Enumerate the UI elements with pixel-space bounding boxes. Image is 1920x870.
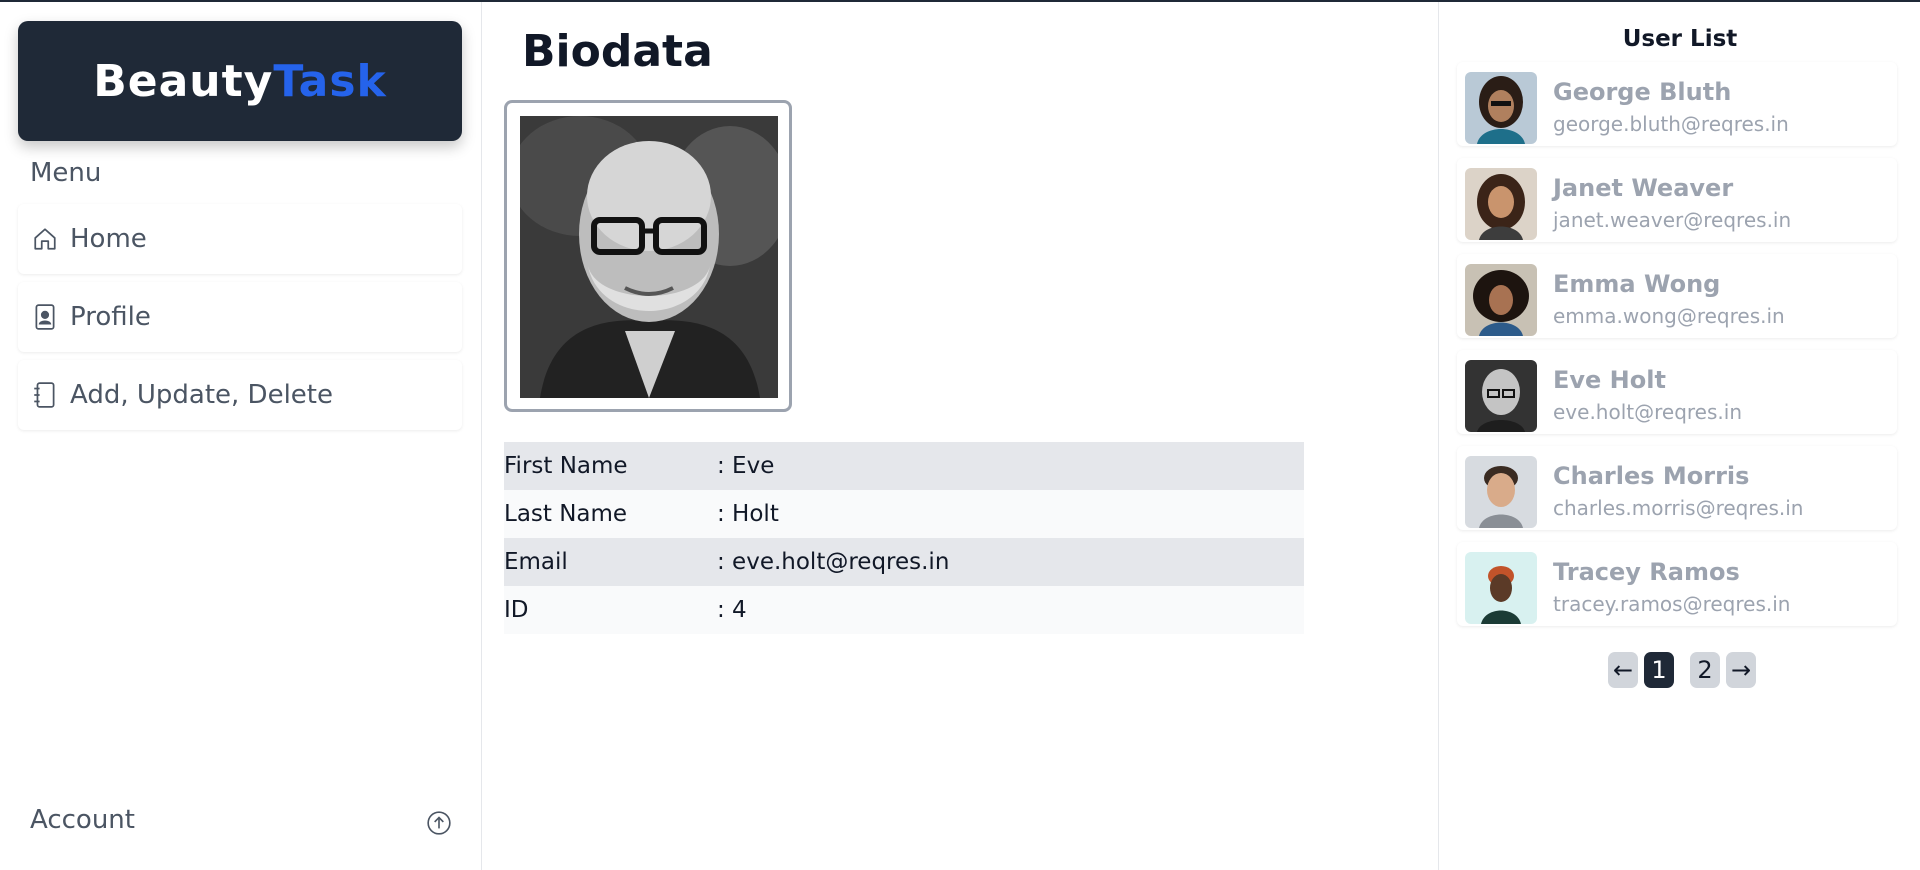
profile-icon [30,302,60,332]
user-email: eve.holt@reqres.in [1553,400,1742,424]
sidebar: Beauty Task Menu Home Profile Add, Updat… [0,2,482,870]
user-list-panel: User List George Bluth george.bluth@reqr… [1438,2,1920,870]
sidebar-item-label: Add, Update, Delete [70,380,333,410]
user-name: Janet Weaver [1553,174,1734,202]
user-name: Eve Holt [1553,366,1666,394]
biodata-row-email: Email : eve.holt@reqres.in [504,538,1304,586]
biodata-row-id: ID : 4 [504,586,1304,634]
biodata-key: ID [504,597,529,623]
biodata-panel: Biodata First Name : Eve Last Name: Hol… [483,2,1438,870]
biodata-row-first-name: First Name : Eve [504,442,1304,490]
sidebar-item-label: Home [70,224,147,254]
sidebar-item-home[interactable]: Home [18,204,462,274]
user-card[interactable]: Charles Morris charles.morris@reqres.in [1457,446,1897,530]
user-email: george.bluth@reqres.in [1553,112,1789,136]
user-name: George Bluth [1553,78,1732,106]
biodata-key: Email [504,549,568,575]
avatar [1465,360,1537,432]
user-name: Charles Morris [1553,462,1750,490]
user-card[interactable]: Janet Weaver janet.weaver@reqres.in [1457,158,1897,242]
pagination-page-2[interactable]: 2 [1690,652,1720,688]
biodata-key: Last Name [504,501,628,527]
user-email: janet.weaver@reqres.in [1553,208,1792,232]
home-icon [30,224,60,254]
pagination-next-button[interactable]: → [1726,652,1756,688]
biodata-value: : 4 [717,597,747,623]
user-email: charles.morris@reqres.in [1553,496,1804,520]
user-card[interactable]: George Bluth george.bluth@reqres.in [1457,62,1897,146]
user-email: emma.wong@reqres.in [1553,304,1785,328]
avatar [1465,72,1537,144]
arrow-up-circle-icon[interactable] [426,810,452,836]
user-name: Tracey Ramos [1553,558,1740,586]
biodata-value: : eve.holt@reqres.in [717,549,950,575]
page-title: Biodata [522,26,713,77]
avatar [1465,552,1537,624]
sidebar-item-add-update-delete[interactable]: Add, Update, Delete [18,360,462,430]
user-card[interactable]: Emma Wong emma.wong@reqres.in [1457,254,1897,338]
user-card[interactable]: Tracey Ramos tracey.ramos@reqres.in [1457,542,1897,626]
brand-name-part1: Beauty [93,55,274,107]
pagination-prev-button[interactable]: ← [1608,652,1638,688]
user-email: tracey.ramos@reqres.in [1553,592,1791,616]
user-card[interactable]: Eve Holt eve.holt@reqres.in [1457,350,1897,434]
pagination: ← 1 2 → [1608,652,1756,688]
avatar [1465,168,1537,240]
brand-logo[interactable]: Beauty Task [18,21,462,141]
biodata-value: : Eve [717,453,775,479]
brand-name-part2: Task [273,55,387,107]
profile-photo-frame [504,100,792,412]
avatar [1465,456,1537,528]
biodata-table: First Name : Eve Last Name : Holt Email … [504,442,1304,634]
menu-title: Menu [30,158,102,188]
account-label[interactable]: Account [30,805,135,835]
biodata-row-last-name: Last Name : Holt [504,490,1304,538]
avatar [1465,264,1537,336]
user-name: Emma Wong [1553,270,1721,298]
sidebar-item-label: Profile [70,302,151,332]
biodata-value: : Holt [717,501,779,527]
user-list-title: User List [1622,26,1738,52]
pagination-page-1[interactable]: 1 [1644,652,1674,688]
notebook-icon [30,380,60,410]
biodata-key: First Name [504,453,628,479]
sidebar-item-profile[interactable]: Profile [18,282,462,352]
profile-photo [520,116,778,398]
